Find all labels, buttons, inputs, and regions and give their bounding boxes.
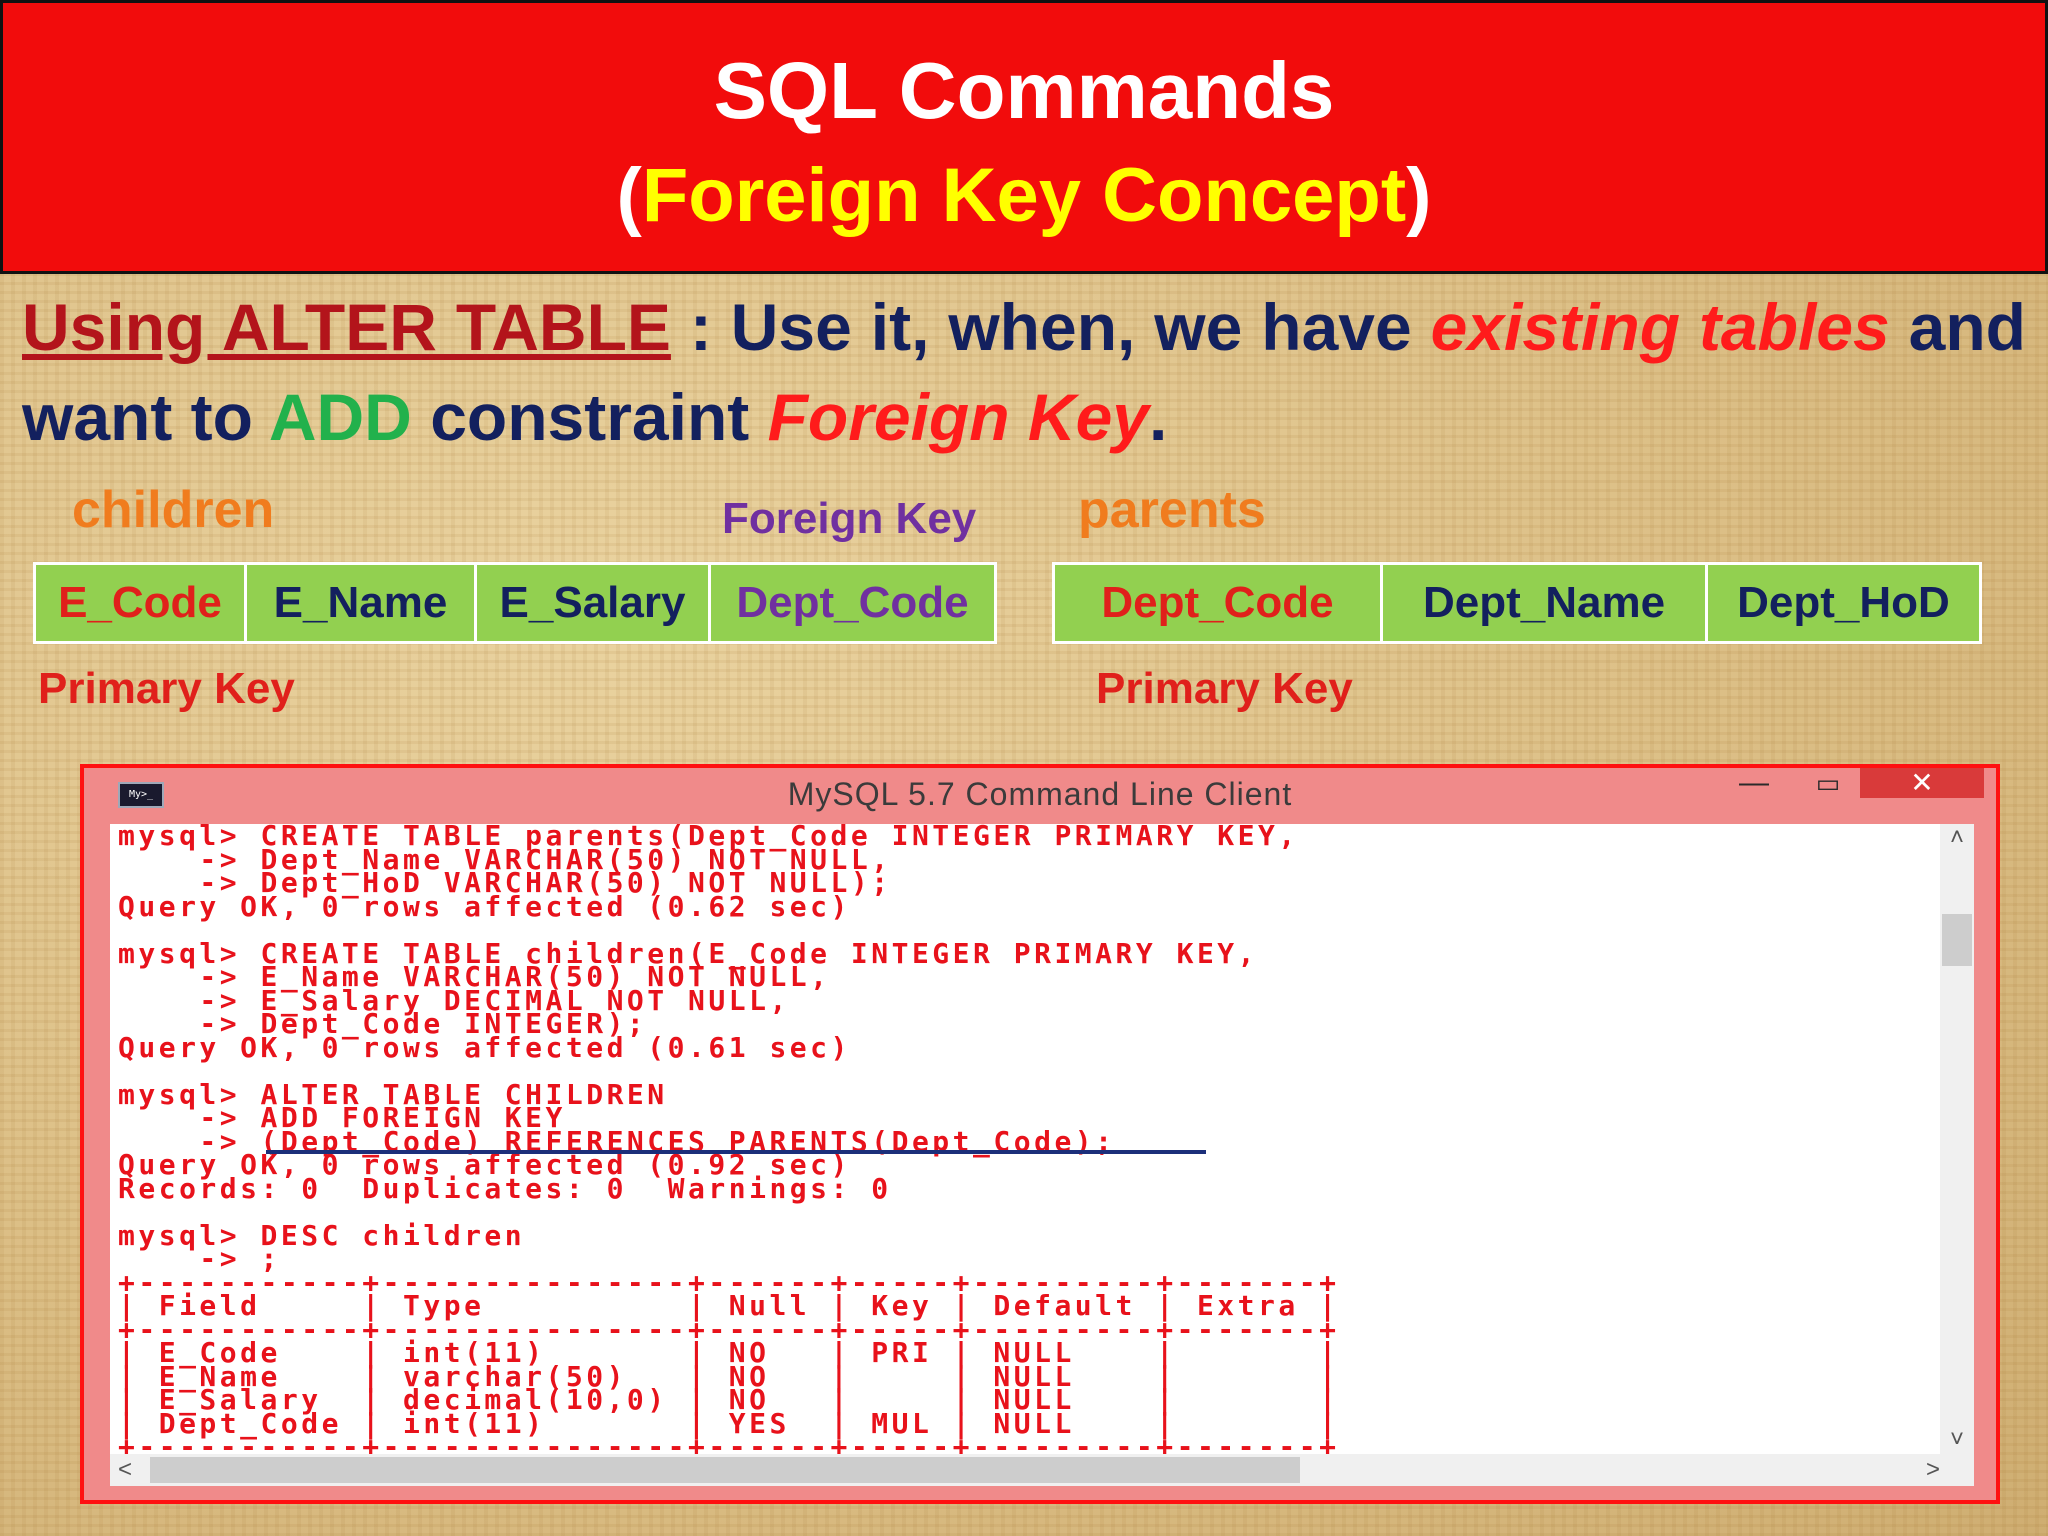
console-output[interactable]: mysql> CREATE TABLE parents(Dept_Code IN… xyxy=(110,824,1940,1454)
statement-fragment: constraint xyxy=(411,380,768,454)
vertical-scroll-thumb[interactable] xyxy=(1942,914,1972,966)
parents-table-label: parents xyxy=(1078,481,1266,539)
parents-columns: Dept_Code Dept_Name Dept_HoD xyxy=(1052,562,1982,644)
children-column: E_Salary xyxy=(477,565,708,641)
window-titlebar[interactable]: My>_ MySQL 5.7 Command Line Client — ▭ ✕ xyxy=(84,768,1996,822)
subtitle-paren-close: ) xyxy=(1406,153,1432,238)
close-button[interactable]: ✕ xyxy=(1860,768,1984,798)
references-underline xyxy=(266,1150,1206,1154)
vertical-scrollbar[interactable]: ˄ ˅ xyxy=(1940,824,1974,1454)
statement-foreign-key: Foreign Key xyxy=(767,380,1149,454)
subtitle-paren-open: ( xyxy=(616,153,642,238)
console-text: mysql> CREATE TABLE parents(Dept_Code IN… xyxy=(118,824,1340,1454)
statement-fragment: . xyxy=(1148,380,1168,454)
maximize-button[interactable]: ▭ xyxy=(1798,768,1858,798)
primary-key-label-parents: Primary Key xyxy=(1096,664,1353,713)
foreign-key-label: Foreign Key xyxy=(722,494,977,543)
parents-column: Dept_Code xyxy=(1055,565,1380,641)
title-banner: SQL Commands (Foreign Key Concept) xyxy=(0,0,2048,274)
statement-line-1: Using ALTER TABLE : Use it, when, we hav… xyxy=(22,282,2026,372)
scroll-left-arrow[interactable]: < xyxy=(118,1454,132,1486)
parents-column: Dept_HoD xyxy=(1708,565,1979,641)
primary-key-label-children: Primary Key xyxy=(38,664,295,713)
parents-column: Dept_Name xyxy=(1383,565,1705,641)
window-title: MySQL 5.7 Command Line Client xyxy=(787,776,1293,812)
children-column: Dept_Code xyxy=(711,565,994,641)
statement-fragment: and xyxy=(1889,290,2026,364)
children-table-label: children xyxy=(72,481,275,539)
horizontal-scroll-thumb[interactable] xyxy=(150,1457,1300,1483)
scroll-down-arrow[interactable]: ˅ xyxy=(1940,1426,1974,1454)
children-columns: E_Code E_Name E_Salary Dept_Code xyxy=(33,562,997,644)
scroll-right-arrow[interactable]: > xyxy=(1926,1454,1940,1486)
mysql-console-window: My>_ MySQL 5.7 Command Line Client — ▭ ✕… xyxy=(80,764,2000,1504)
horizontal-scrollbar[interactable]: < > xyxy=(110,1454,1974,1486)
slide-title: SQL Commands xyxy=(713,46,1335,135)
slide-subtitle: (Foreign Key Concept) xyxy=(3,151,2045,241)
statement-line-2: want to ADD constraint Foreign Key. xyxy=(22,372,2026,462)
children-column: E_Name xyxy=(247,565,474,641)
scroll-up-arrow[interactable]: ˄ xyxy=(1940,824,1974,852)
subtitle-text: Foreign Key Concept xyxy=(641,153,1407,238)
statement-fragment: : Use it, when, we have xyxy=(670,290,1431,364)
statement-add: ADD xyxy=(268,380,412,454)
statement-keyword: Using ALTER TABLE xyxy=(22,290,671,364)
statement-text: Using ALTER TABLE : Use it, when, we hav… xyxy=(22,282,2026,462)
children-column: E_Code xyxy=(36,565,244,641)
statement-emphasis: existing tables xyxy=(1430,290,1890,364)
minimize-button[interactable]: — xyxy=(1724,768,1784,798)
statement-fragment: want to xyxy=(22,380,269,454)
